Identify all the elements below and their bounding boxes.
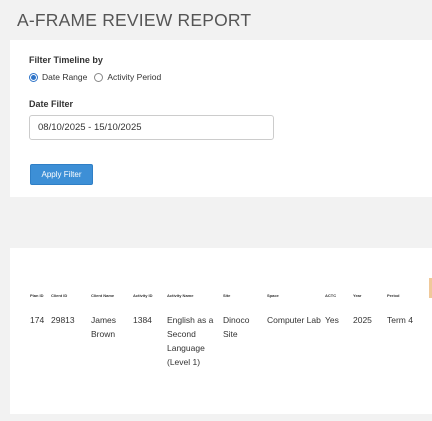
column-header-year[interactable]: Year [351,280,385,303]
table-header-row: Plan ID Client ID Client Name Activity I… [28,280,432,303]
timeline-radio-group: Date Range Activity Period [29,72,168,82]
cell-client-name: James Brown [91,315,117,339]
cell-site: Dinoco Site [223,315,250,339]
column-header-activity-id[interactable]: Activity ID [131,280,165,303]
cell-activity-name: English as a Second Language (Level 1) [167,315,214,367]
cell-period: Term 4 [387,315,413,325]
activity-period-radio[interactable] [94,72,104,82]
column-header-plan-id[interactable]: Plan ID [28,280,49,303]
date-range-input[interactable] [29,115,274,140]
apply-filter-button[interactable]: Apply Filter [30,164,93,185]
date-filter-label: Date Filter [29,99,74,109]
date-range-radio[interactable] [29,72,38,82]
radio-option-date-range[interactable]: Date Range [29,72,87,82]
filter-panel: Filter Timeline by Date Range Activity P… [10,40,432,197]
column-header-actc[interactable]: ACTC [323,280,351,303]
report-table-panel: Plan ID Client ID Client Name Activity I… [10,248,432,414]
page-title: A-FRAME REVIEW REPORT [17,10,252,30]
column-header-activity-name[interactable]: Activity Name [165,280,221,303]
cell-activity-id: 1384 [133,315,152,325]
filter-timeline-heading: Filter Timeline by [29,55,103,65]
column-header-client-name[interactable]: Client Name [89,280,131,303]
cell-client-id: 29813 [51,315,75,325]
column-header-site[interactable]: Site [221,280,265,303]
radio-option-activity-period[interactable]: Activity Period [94,72,161,82]
table-row: 174 29813 James Brown 1384 English as a … [28,303,432,369]
column-header-client-id[interactable]: Client ID [49,280,89,303]
activity-period-label: Activity Period [107,72,162,82]
column-header-period[interactable]: Period [385,280,432,303]
date-range-label: Date Range [42,72,88,82]
report-table: Plan ID Client ID Client Name Activity I… [28,280,432,369]
cell-year: 2025 [353,315,372,325]
cell-space: Computer Lab [267,315,321,325]
cell-actc: Yes [325,315,339,325]
column-header-space[interactable]: Space [265,280,323,303]
cell-plan-id: 174 [30,315,45,325]
